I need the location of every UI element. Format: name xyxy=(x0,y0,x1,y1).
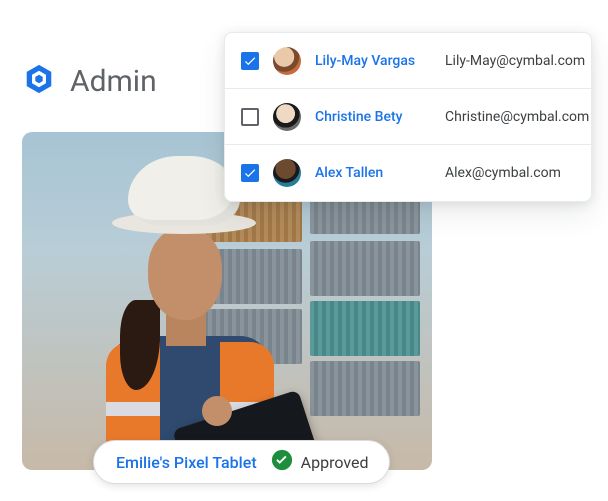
user-list-card: Lily-May Vargas Lily-May@cymbal.com Chri… xyxy=(224,32,592,202)
check-circle-icon xyxy=(271,449,293,475)
user-row[interactable]: Christine Bety Christine@cymbal.com xyxy=(225,89,591,145)
user-row[interactable]: Lily-May Vargas Lily-May@cymbal.com xyxy=(225,33,591,89)
avatar xyxy=(273,159,301,187)
device-status-chip: Emilie's Pixel Tablet Approved xyxy=(93,440,390,484)
admin-header: Admin xyxy=(22,62,157,100)
device-name: Emilie's Pixel Tablet xyxy=(116,453,257,472)
checkbox-icon[interactable] xyxy=(241,52,259,70)
device-status-label: Approved xyxy=(301,453,369,472)
user-name-link[interactable]: Christine Bety xyxy=(315,109,431,125)
admin-title: Admin xyxy=(70,64,157,99)
user-email: Lily-May@cymbal.com xyxy=(445,53,585,69)
user-row[interactable]: Alex Tallen Alex@cymbal.com xyxy=(225,145,591,201)
user-name-link[interactable]: Alex Tallen xyxy=(315,165,431,181)
avatar xyxy=(273,47,301,75)
device-status-wrap: Approved xyxy=(271,449,369,475)
user-email: Alex@cymbal.com xyxy=(445,165,561,181)
admin-logo-icon xyxy=(22,62,56,100)
checkbox-icon[interactable] xyxy=(241,108,259,126)
avatar xyxy=(273,103,301,131)
user-name-link[interactable]: Lily-May Vargas xyxy=(315,53,431,69)
user-email: Christine@cymbal.com xyxy=(445,109,589,125)
checkbox-icon[interactable] xyxy=(241,164,259,182)
